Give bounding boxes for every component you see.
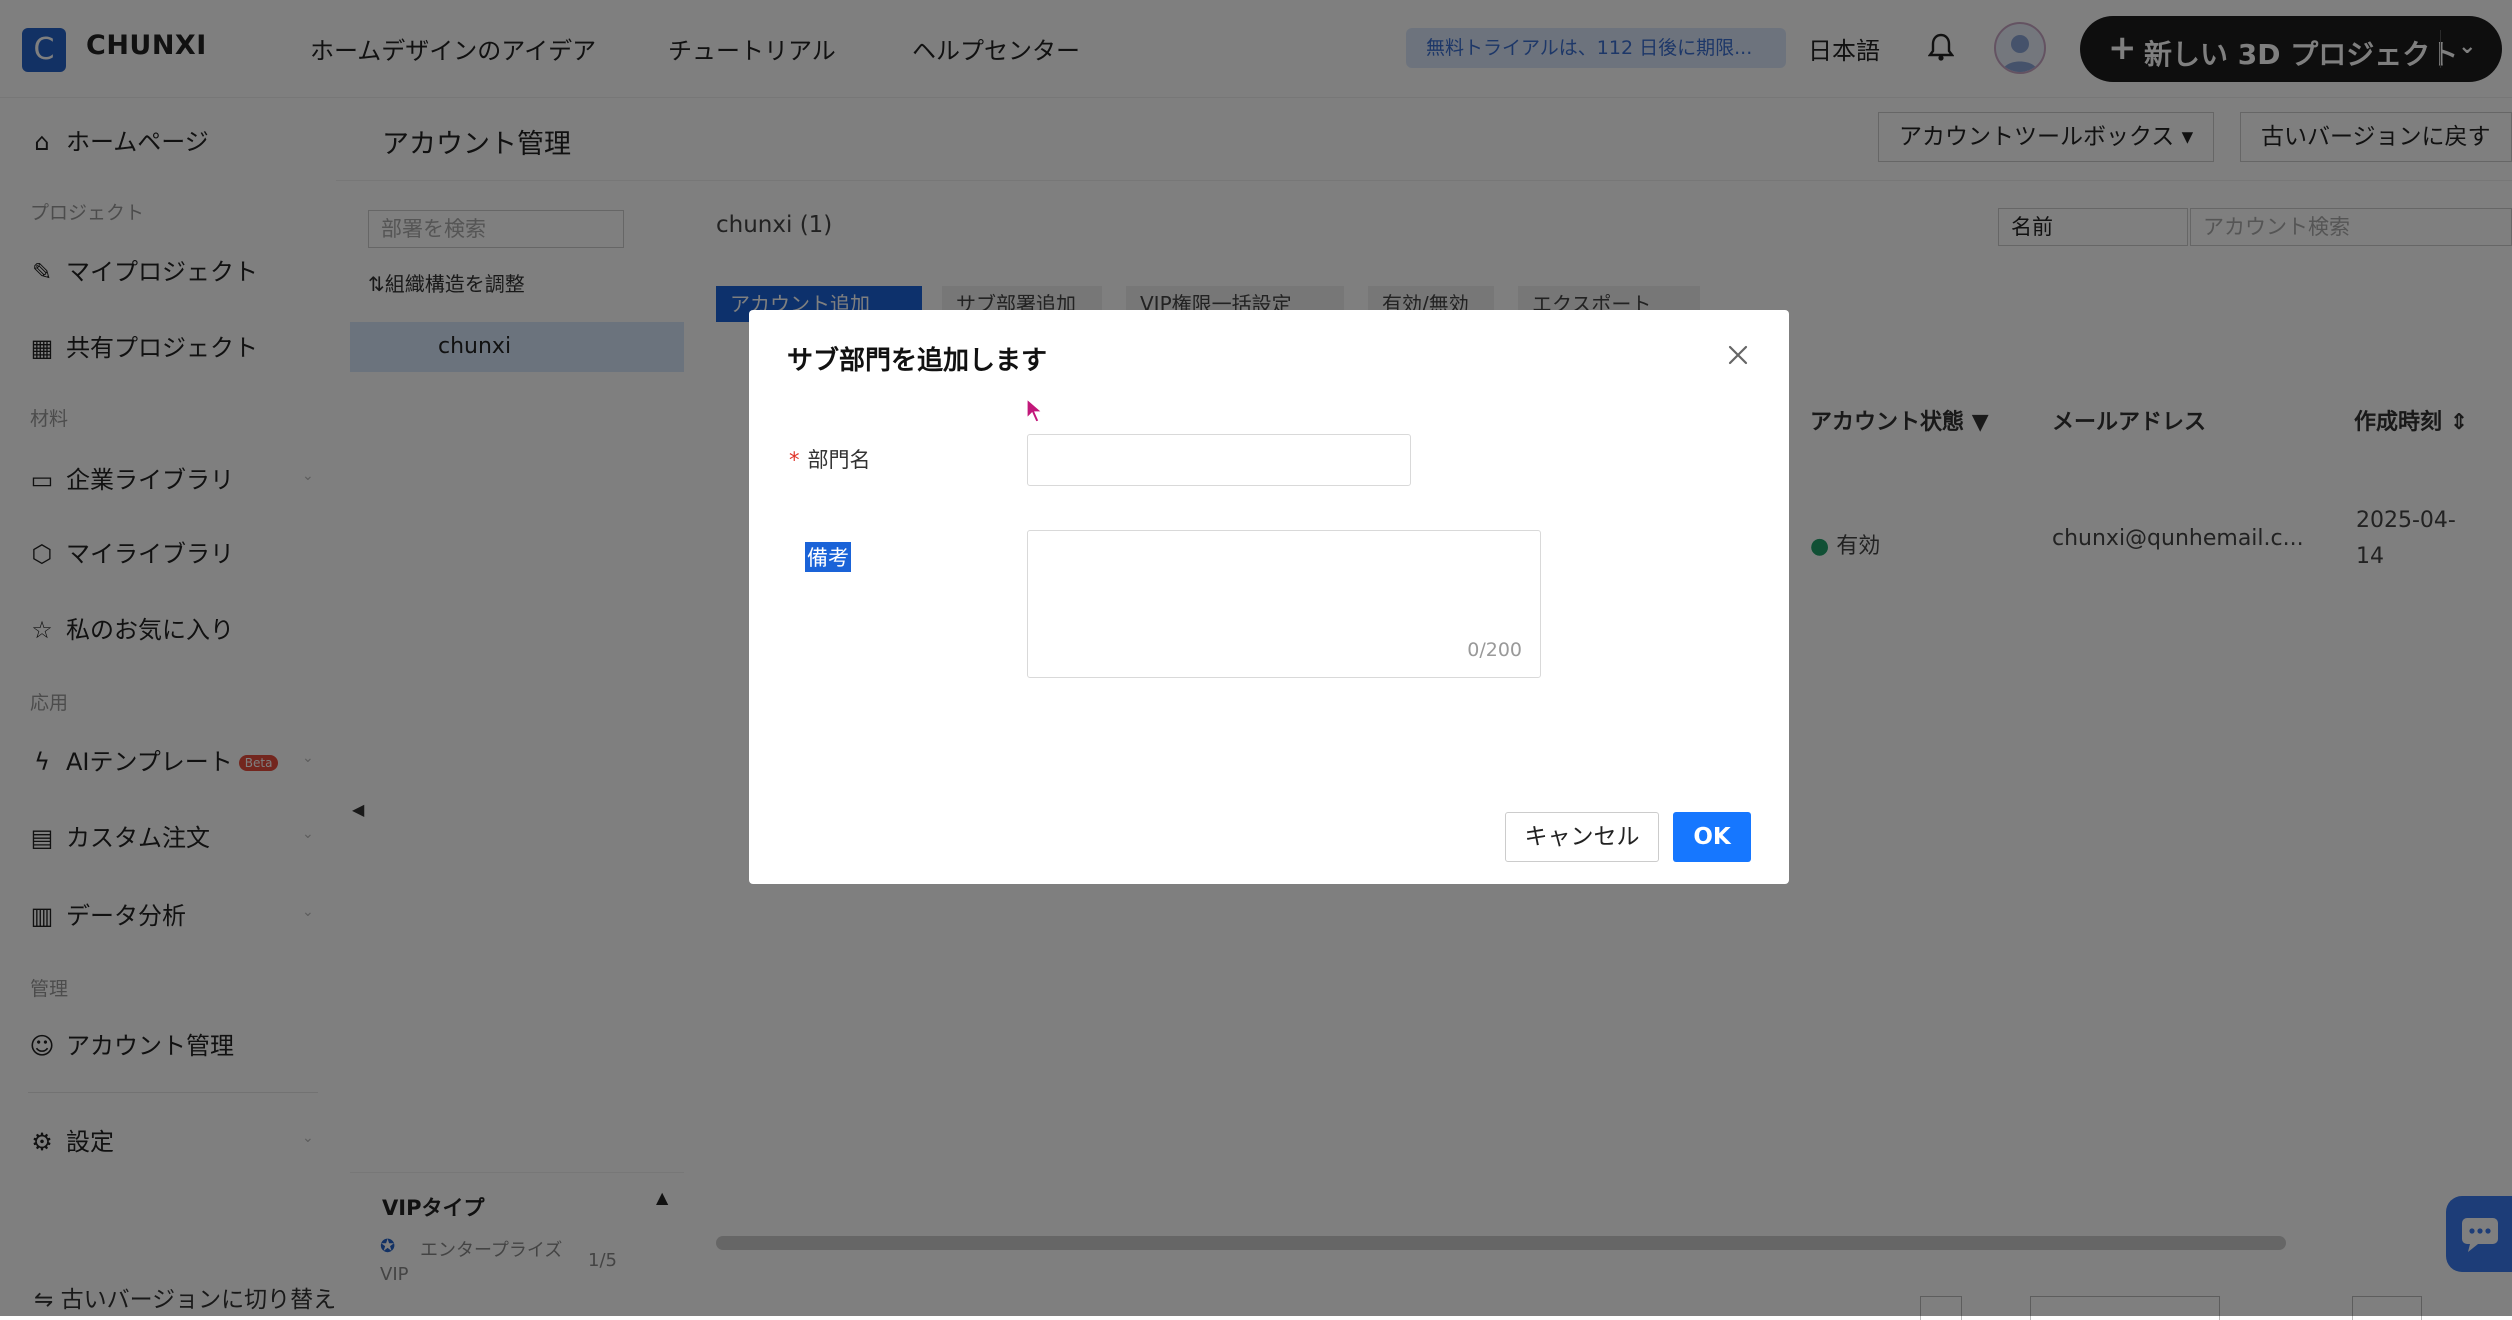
department-name-input[interactable] (1027, 434, 1411, 486)
dialog-title: サブ部門を追加します (787, 346, 1048, 376)
char-counter: 0/200 (1467, 639, 1522, 661)
ok-button[interactable]: OK (1673, 812, 1751, 862)
close-icon[interactable] (1723, 340, 1753, 370)
mouse-cursor-icon (1026, 397, 1044, 428)
department-name-label: * 部門名 (789, 448, 871, 472)
required-mark: * (789, 448, 800, 472)
remarks-textarea[interactable]: 0/200 (1027, 530, 1541, 678)
remarks-label: 備考 (805, 542, 851, 572)
add-sub-department-dialog: サブ部門を追加します * 部門名 備考 0/200 キャンセル OK (749, 310, 1789, 884)
cancel-button[interactable]: キャンセル (1505, 812, 1659, 862)
